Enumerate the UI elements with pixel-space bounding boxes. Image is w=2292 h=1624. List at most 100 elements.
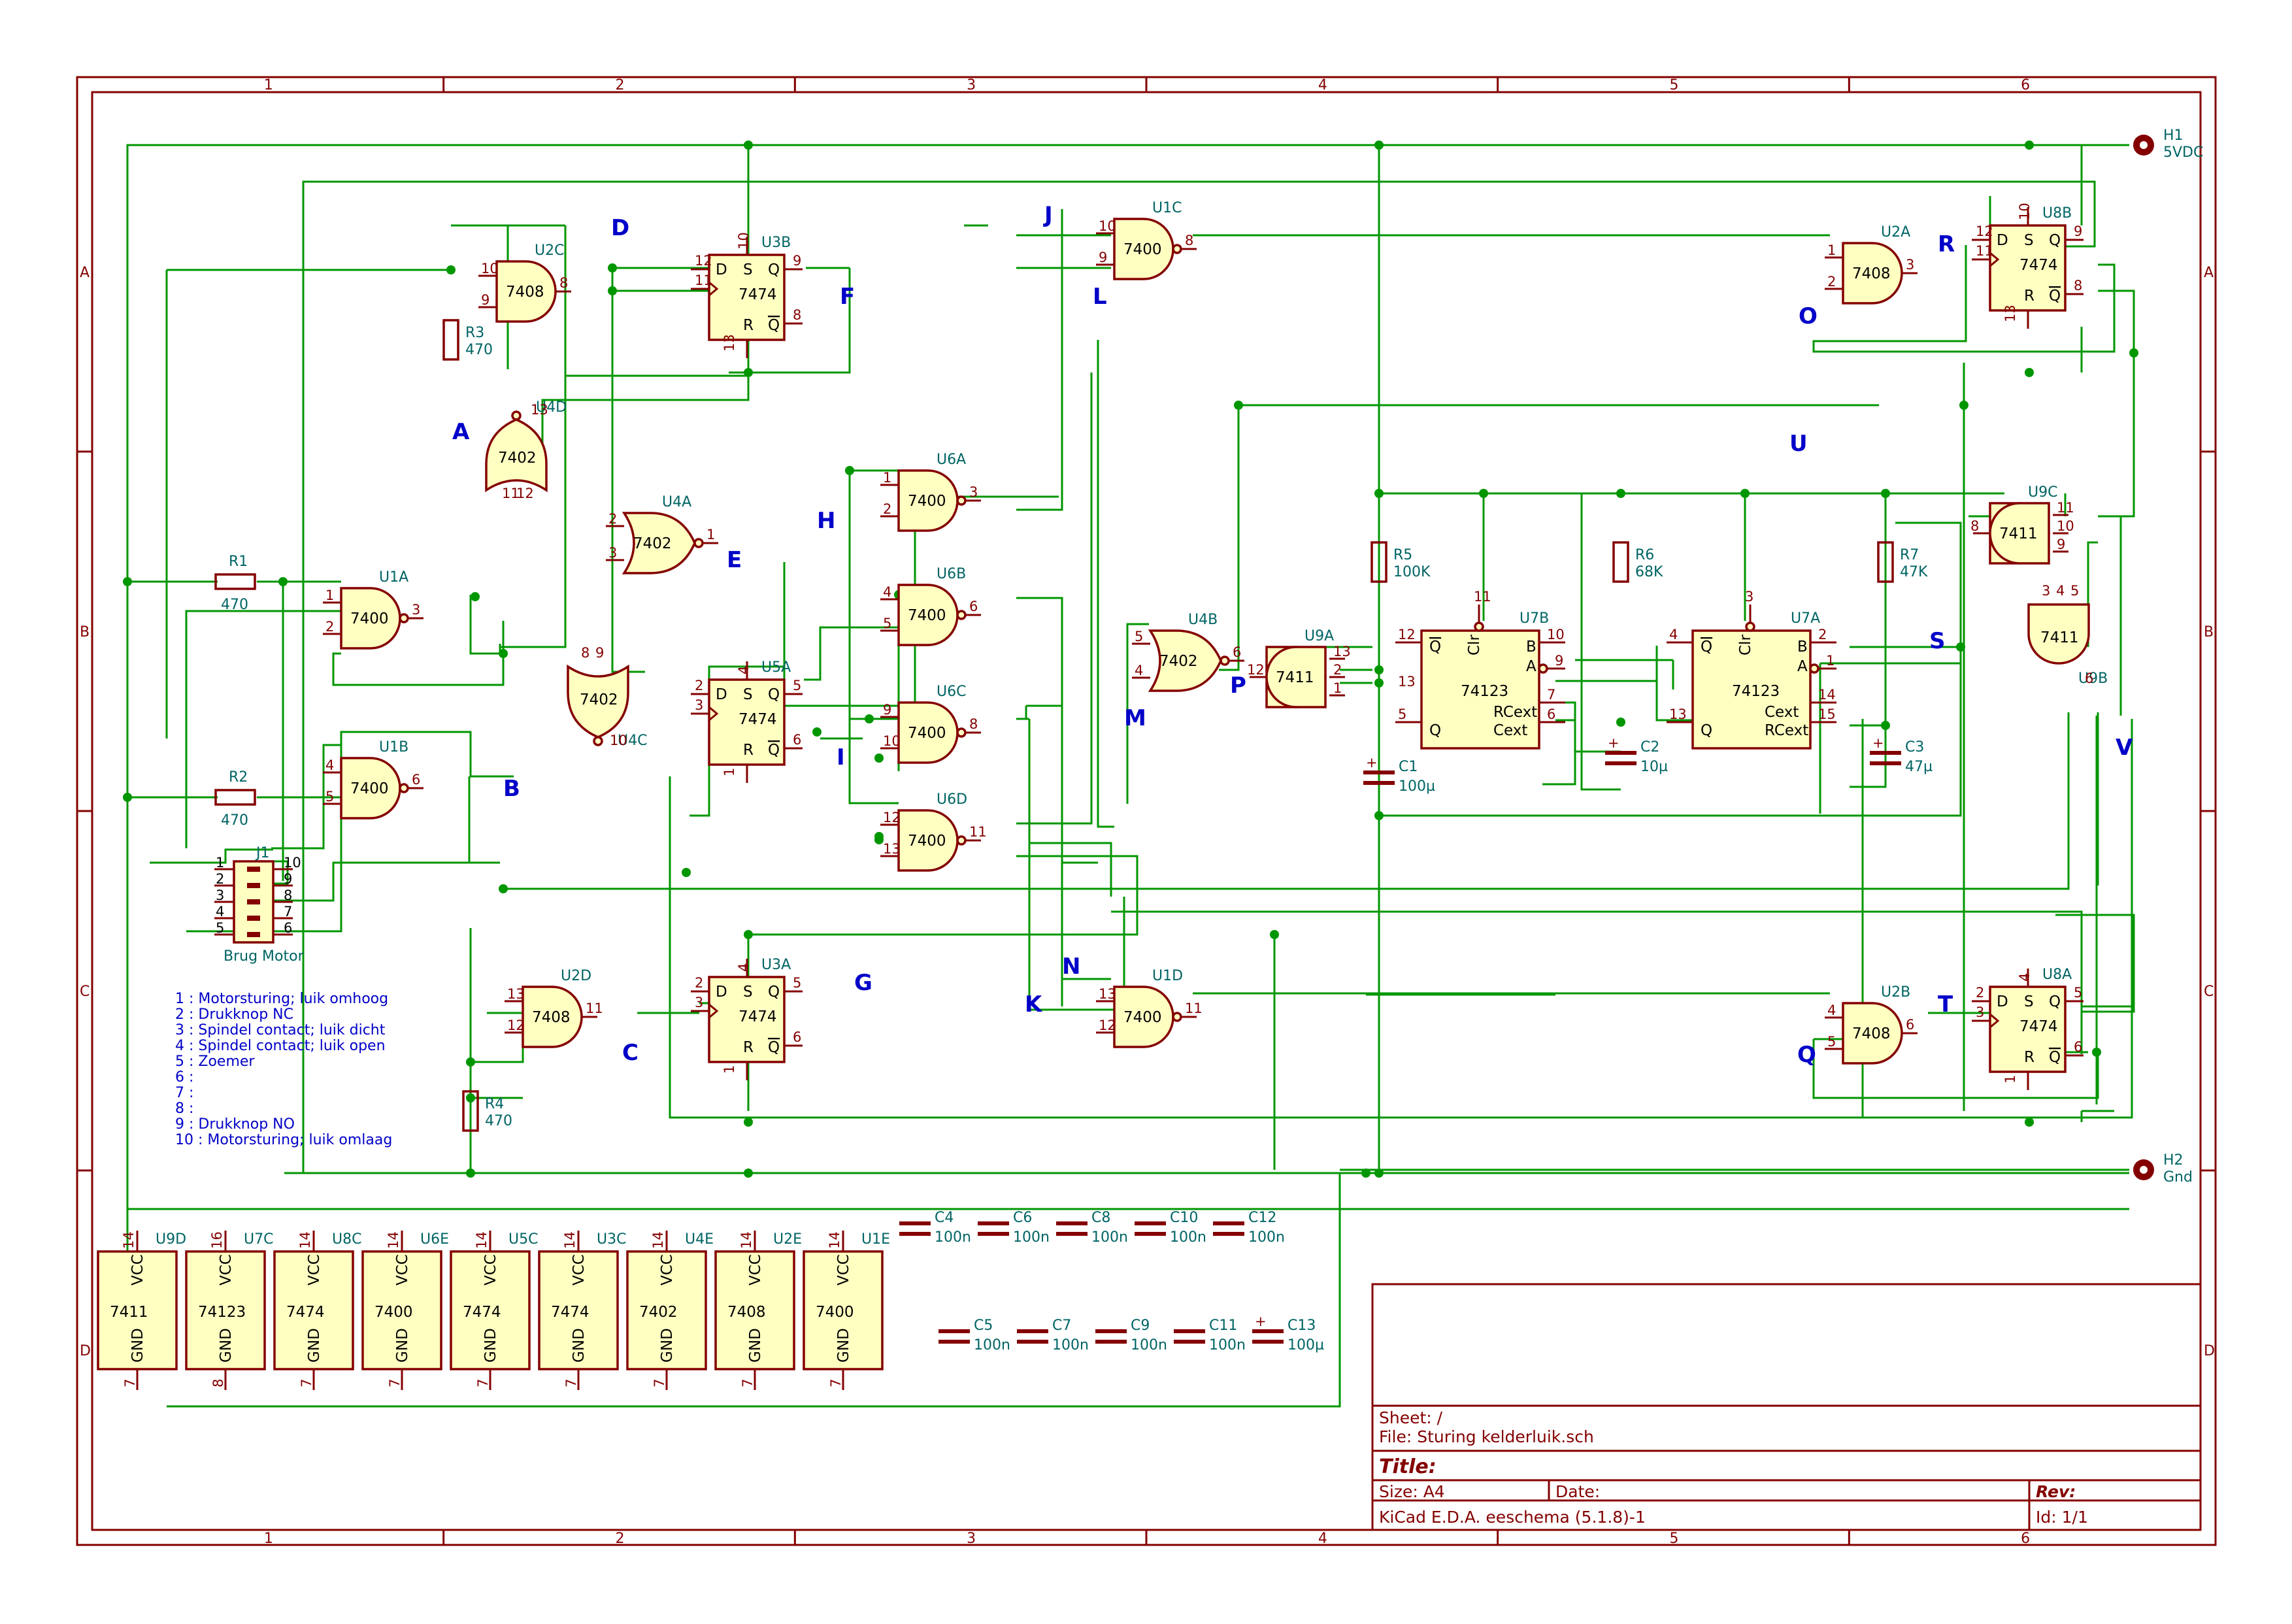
capacitor-value: 100n — [1131, 1337, 1167, 1353]
pin-number: 10 — [2057, 518, 2074, 534]
connector-j1: J1 Brug Motor 12345 109876 — [214, 845, 305, 965]
pin-number: 6 — [1906, 1017, 1914, 1033]
col-marker-bottom: 2 — [616, 1531, 625, 1547]
gate-ref: U4A — [662, 494, 691, 510]
gate-ref: U6C — [937, 684, 966, 700]
flipflop-r-label: R — [743, 317, 754, 334]
pin-number: 12 — [507, 1018, 525, 1033]
monostable-u7b: U7B 74123 Q Clr BA Q RCextCext 12 11 10 9 5 7 6 13 — [1395, 589, 1565, 750]
inversion-bubble — [1474, 621, 1484, 632]
pin-number: 14 — [121, 1231, 137, 1249]
gate-ref: U6D — [937, 791, 967, 808]
pin-number: 5 — [1398, 706, 1406, 722]
flipflop-qn-label: Q — [768, 317, 780, 334]
power-unit-type: 7402 — [639, 1304, 678, 1321]
gate-u6b: 7400 U6B 4 5 6 — [880, 566, 981, 646]
junction-dot — [744, 368, 753, 377]
flipflop-ref: U8A — [2042, 967, 2072, 983]
monostable-a-label: A — [1797, 658, 1808, 675]
pin-number: 6 — [2074, 1039, 2082, 1055]
resistor-r3: R3470 — [442, 319, 493, 361]
col-marker-top: 1 — [264, 77, 273, 93]
junction-dot — [1374, 489, 1384, 498]
capacitor-value: 100n — [1209, 1337, 1246, 1353]
flipflop-qn-label: Q — [2049, 1049, 2061, 1066]
gate-labels: 7411U9B3 4 56 — [2040, 583, 2108, 687]
gate-type: 7408 — [506, 284, 544, 301]
flipflop-ref: U3B — [761, 235, 791, 251]
vcc-label: VCC — [747, 1254, 764, 1285]
file-label: File: Sturing kelderluik.sch — [1379, 1427, 1594, 1446]
gate-type: 7400 — [1123, 241, 1162, 258]
junction-dot — [1361, 1168, 1370, 1178]
gnd-label: GND — [659, 1328, 676, 1363]
pin-number: 10 — [1547, 627, 1565, 642]
pin-note: 10 : Motorsturing; luik omlaag — [175, 1132, 392, 1148]
power-unit-type: 7474 — [463, 1304, 501, 1321]
col-marker-bottom: 6 — [2021, 1531, 2030, 1547]
pin-number: 9 — [1555, 653, 1563, 669]
gate-type: 7411 — [2040, 629, 2079, 646]
pin-note: 9 : Drukknop NO — [175, 1116, 295, 1133]
flipflop-u3a: U3A7474D S QR Q234156 — [691, 957, 803, 1080]
pin-number: 2 — [695, 975, 703, 991]
pin-number: 8 — [210, 1379, 226, 1387]
gate-ref: U2A — [1881, 224, 1910, 240]
pin-number: 6 — [412, 772, 420, 787]
gate-ref: U2B — [1881, 984, 1910, 1001]
capacitor-ref: C3 — [1905, 739, 1924, 755]
pin-number: 4 — [736, 963, 752, 972]
wire — [1097, 340, 1114, 828]
polarity-mark: + — [1872, 735, 1884, 751]
flipflop-s-label: S — [743, 686, 753, 703]
net-label: O — [1799, 303, 1818, 329]
resistor-ref: R6 — [1635, 547, 1654, 563]
gate-ref: U6A — [937, 452, 966, 468]
net-label: G — [854, 970, 872, 996]
capacitor-c6: C6 100n — [978, 1210, 1050, 1246]
junction-dot — [812, 727, 822, 737]
gnd-label: GND — [129, 1328, 146, 1363]
junction-dot — [874, 754, 884, 763]
gate-u1b: 7400 U1B 4 5 6 — [323, 739, 424, 820]
schematic-sheet: 112233445566AABBCCDD 7408 U2C 10 9 8 7400 U1C 1… — [0, 0, 2292, 1621]
pin-number: 3 — [695, 697, 703, 713]
capacitor-ref: C1 — [1399, 759, 1418, 775]
monostable-rcext-label: Cext — [1765, 704, 1799, 721]
inversion-bubble — [1172, 1012, 1182, 1022]
connector-ref: J1 — [255, 845, 270, 861]
junction-dot — [1479, 489, 1488, 498]
connector-contact — [247, 932, 260, 937]
power-unit-type: 7474 — [551, 1304, 590, 1321]
resistor-ref: R7 — [1900, 547, 1919, 563]
pin-number: 3 — [2042, 583, 2050, 599]
pin-number: 1 — [1333, 680, 1342, 696]
pin-number: 7 — [122, 1379, 138, 1387]
gate-type: 7400 — [908, 607, 946, 624]
inversion-bubble — [956, 835, 967, 846]
pin-number: 13 — [1333, 644, 1351, 659]
gate-type: 7411 — [1999, 525, 2038, 542]
monostable-b-label: B — [1797, 638, 1808, 655]
junction-dot — [1234, 401, 1243, 410]
pin-number: 13 — [1669, 706, 1687, 722]
power-unit-ref: U5C — [508, 1231, 538, 1248]
pin-number: 13 — [722, 334, 737, 352]
net-label: R — [1938, 231, 1955, 257]
junction-dot — [1374, 141, 1384, 150]
pin-number: 2 — [608, 511, 617, 527]
wire — [611, 268, 645, 673]
capacitor-c8: C8 100n — [1056, 1210, 1128, 1246]
pin-number: 2 — [1818, 627, 1827, 642]
title-label: Title: — [1379, 1455, 1437, 1478]
power-unit-u8c: U8C 7474 14 7 VCC GND — [273, 1231, 361, 1390]
gnd-label: GND — [218, 1328, 235, 1363]
pin-number: 7 — [284, 904, 292, 920]
components: 7408U2C10987400U1C10987408U2A1237400U1A1… — [97, 127, 2203, 1390]
flipflop-qn-label: Q — [768, 742, 780, 759]
pin-number: 9 — [793, 253, 801, 269]
pin-number: 8 — [1185, 233, 1193, 248]
wire — [469, 595, 501, 655]
pin-number: 2 — [325, 619, 334, 635]
pin-number: 10 — [2017, 203, 2033, 220]
